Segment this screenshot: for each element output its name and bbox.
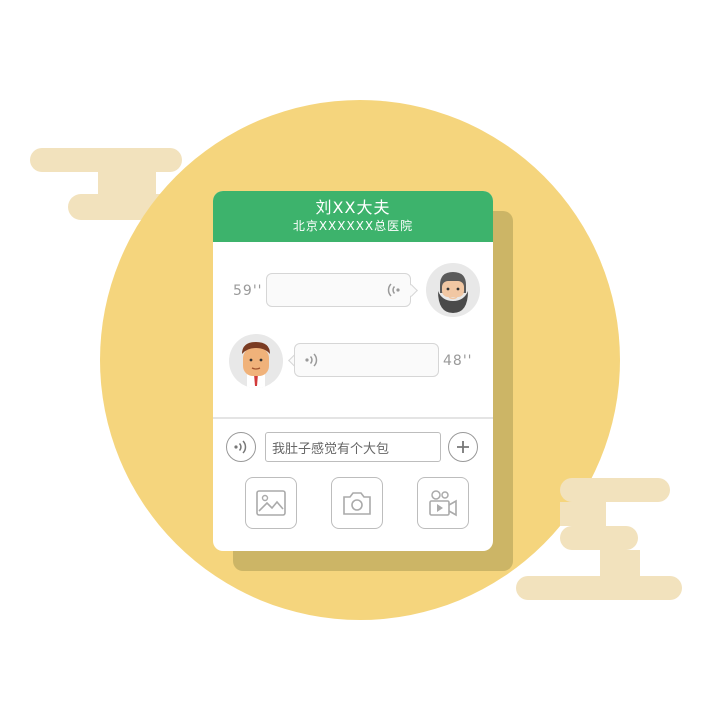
message-duration: 48'' bbox=[443, 353, 473, 369]
message-input[interactable] bbox=[265, 432, 441, 462]
voice-wave-icon bbox=[303, 351, 321, 373]
cloud-bar bbox=[516, 576, 682, 600]
video-button[interactable] bbox=[417, 477, 469, 529]
voice-wave-icon bbox=[234, 440, 247, 454]
chat-card: 刘XX大夫 北京XXXXXX总医院 59'' 48'' 我肚子感觉有个大包 bbox=[213, 191, 493, 551]
voice-message-bubble[interactable] bbox=[294, 343, 439, 377]
voice-wave-icon bbox=[384, 281, 402, 303]
chat-header: 刘XX大夫 北京XXXXXX总医院 bbox=[213, 191, 493, 242]
cloud-bar bbox=[600, 550, 640, 576]
doctor-name: 刘XX大夫 bbox=[315, 198, 391, 217]
voice-input-button[interactable] bbox=[226, 432, 256, 462]
cloud-bar bbox=[98, 172, 156, 194]
plus-icon bbox=[457, 441, 469, 453]
composer bbox=[213, 429, 493, 465]
message-duration: 59'' bbox=[233, 283, 263, 299]
image-icon bbox=[256, 490, 286, 516]
young-man-avatar bbox=[229, 334, 283, 388]
illustration-scene: 刘XX大夫 北京XXXXXX总医院 59'' 48'' 我肚子感觉有个大包 bbox=[0, 0, 720, 720]
camera-button[interactable] bbox=[331, 477, 383, 529]
cloud-bar bbox=[560, 478, 670, 502]
image-button[interactable] bbox=[245, 477, 297, 529]
video-camera-icon bbox=[429, 490, 457, 517]
cloud-bar bbox=[30, 148, 182, 172]
divider bbox=[213, 417, 493, 419]
cloud-bar bbox=[560, 526, 638, 550]
bearded-man-avatar bbox=[426, 263, 480, 317]
voice-message-bubble[interactable] bbox=[266, 273, 411, 307]
hospital-name: 北京XXXXXX总医院 bbox=[292, 219, 414, 233]
message-list: 59'' 48'' bbox=[213, 242, 493, 417]
add-button[interactable] bbox=[448, 432, 478, 462]
cloud-bar bbox=[560, 502, 606, 526]
camera-icon bbox=[343, 492, 371, 515]
